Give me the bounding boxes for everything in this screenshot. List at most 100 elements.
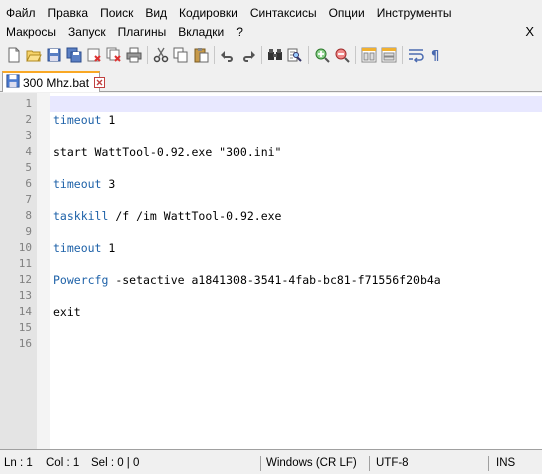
close-document-button[interactable]: X <box>525 22 534 42</box>
line-number: 11 <box>18 257 32 270</box>
line-text <box>50 192 542 208</box>
code-line[interactable]: 16 <box>0 336 542 352</box>
sync-vertical-icon[interactable] <box>361 47 377 63</box>
code-line[interactable]: 3 <box>0 128 542 144</box>
line-text <box>50 128 542 144</box>
status-divider <box>260 456 261 471</box>
cut-icon[interactable] <box>153 47 169 63</box>
line-text <box>50 256 542 272</box>
close-icon[interactable] <box>86 47 102 63</box>
line-number: 1 <box>25 97 32 110</box>
code-line[interactable]: 1 <box>0 96 542 112</box>
toolbar-separator <box>214 46 215 64</box>
word-wrap-icon[interactable] <box>408 47 424 63</box>
line-text <box>50 224 542 240</box>
status-eol[interactable]: Windows (CR LF) <box>266 453 357 474</box>
line-text: timeout 3 <box>53 177 116 191</box>
save-icon[interactable] <box>46 47 62 63</box>
line-number: 2 <box>25 113 32 126</box>
line-number: 3 <box>25 129 32 142</box>
copy-icon[interactable] <box>173 47 189 63</box>
save-all-icon[interactable] <box>66 47 82 63</box>
undo-icon[interactable] <box>220 47 236 63</box>
code-line[interactable]: 12 Powercfg -setactive a1841308-3541-4fab… <box>0 272 542 288</box>
find-icon[interactable] <box>267 47 283 63</box>
code-line[interactable]: 7 <box>0 192 542 208</box>
status-divider <box>488 456 489 471</box>
code-line[interactable]: 8 taskkill /f /im WattTool-0.92.exe <box>0 208 542 224</box>
line-text: timeout 1 <box>53 113 116 127</box>
menu-file[interactable]: Файл <box>0 3 42 23</box>
status-divider <box>369 456 370 471</box>
save-icon <box>6 74 20 91</box>
toolbar-separator <box>147 46 148 64</box>
menu-plugins[interactable]: Плагины <box>112 22 173 42</box>
status-insert-mode[interactable]: INS <box>496 453 515 474</box>
menu-encoding[interactable]: Кодировки <box>173 3 244 23</box>
zoom-in-icon[interactable] <box>314 47 330 63</box>
menu-language[interactable]: Синтаксисы <box>244 3 323 23</box>
new-file-icon[interactable] <box>6 47 22 63</box>
menu-help[interactable]: ? <box>230 22 249 42</box>
menu-row-2: Макросы Запуск Плагины Вкладки ? <box>0 22 249 42</box>
svg-text:¶: ¶ <box>431 49 439 63</box>
line-number: 14 <box>18 305 32 318</box>
status-bar: Ln : 1 Col : 1 Sel : 0 | 0 Windows (CR L… <box>0 453 542 474</box>
menu-settings[interactable]: Опции <box>323 3 371 23</box>
status-line: Ln : 1 <box>4 457 33 469</box>
document-tab-bar: 300 Mhz.bat <box>0 68 542 92</box>
status-encoding[interactable]: UTF-8 <box>376 453 409 474</box>
paste-icon[interactable] <box>193 47 209 63</box>
code-line[interactable]: 13 <box>0 288 542 304</box>
zoom-out-icon[interactable] <box>334 47 350 63</box>
menu-tools[interactable]: Инструменты <box>371 3 458 23</box>
show-all-chars-icon[interactable]: ¶ <box>428 47 444 63</box>
line-text <box>50 96 542 112</box>
tab-label: 300 Mhz.bat <box>23 75 90 90</box>
code-line[interactable]: 6 timeout 3 <box>0 176 542 192</box>
line-text: exit <box>53 305 81 319</box>
toolbar-separator <box>355 46 356 64</box>
toolbar-separator <box>402 46 403 64</box>
menu-bar: Файл Правка Поиск Вид Кодировки Синтакси… <box>0 0 542 44</box>
close-all-icon[interactable] <box>106 47 122 63</box>
line-number: 8 <box>25 209 32 222</box>
menu-search[interactable]: Поиск <box>94 3 139 23</box>
print-icon[interactable] <box>126 47 142 63</box>
code-line[interactable]: 5 <box>0 160 542 176</box>
menu-edit[interactable]: Правка <box>42 3 95 23</box>
tab-close-icon[interactable] <box>94 77 106 88</box>
open-file-icon[interactable] <box>26 47 42 63</box>
tab-300-mhz-bat[interactable]: 300 Mhz.bat <box>2 71 106 92</box>
line-text: taskkill /f /im WattTool-0.92.exe <box>53 209 282 223</box>
line-text: start WattTool-0.92.exe "300.ini" <box>53 145 282 159</box>
code-line[interactable]: 4 start WattTool-0.92.exe "300.ini" <box>0 144 542 160</box>
toolbar-separator <box>308 46 309 64</box>
status-column: Col : 1 <box>46 457 80 469</box>
menu-view[interactable]: Вид <box>139 3 173 23</box>
code-line[interactable]: 14 exit <box>0 304 542 320</box>
line-text <box>50 160 542 176</box>
line-text <box>50 288 542 304</box>
line-number: 9 <box>25 225 32 238</box>
code-line[interactable]: 11 <box>0 256 542 272</box>
replace-icon[interactable] <box>287 47 303 63</box>
line-text <box>50 336 542 352</box>
text-editor[interactable]: 1 2 timeout 1 3 4 start WattTool-0.92.exe "30… <box>0 93 542 450</box>
toolbar-separator <box>261 46 262 64</box>
line-number: 13 <box>18 289 32 302</box>
toolbar: ¶ <box>0 44 542 66</box>
line-number: 12 <box>18 273 32 286</box>
sync-horizontal-icon[interactable] <box>381 47 397 63</box>
code-line[interactable]: 15 <box>0 320 542 336</box>
code-line[interactable]: 10 timeout 1 <box>0 240 542 256</box>
status-selection: Sel : 0 | 0 <box>91 457 140 469</box>
menu-macro[interactable]: Макросы <box>0 22 62 42</box>
code-line[interactable]: 9 <box>0 224 542 240</box>
code-lines: 1 2 timeout 1 3 4 start WattTool-0.92.exe "30… <box>0 96 542 352</box>
code-line[interactable]: 2 timeout 1 <box>0 112 542 128</box>
redo-icon[interactable] <box>240 47 256 63</box>
menu-row-1: Файл Правка Поиск Вид Кодировки Синтакси… <box>0 3 458 23</box>
menu-window[interactable]: Вкладки <box>172 22 230 42</box>
menu-run[interactable]: Запуск <box>62 22 112 42</box>
